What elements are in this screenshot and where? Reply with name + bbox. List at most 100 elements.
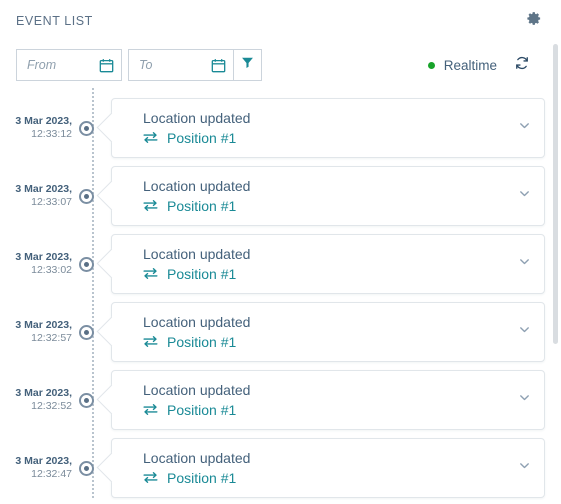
event-title: Location updated bbox=[143, 313, 251, 330]
expand-button[interactable] bbox=[514, 322, 534, 342]
event-time: 12:33:02 bbox=[31, 264, 72, 276]
event-time: 12:33:07 bbox=[31, 196, 72, 208]
chevron-down-icon bbox=[518, 459, 531, 477]
realtime-toggle[interactable]: Realtime bbox=[427, 57, 497, 73]
filter-toolbar: Realtime bbox=[0, 42, 561, 88]
event-date: 3 Mar 2023, bbox=[15, 250, 72, 263]
event-timestamp: 3 Mar 2023, 12:32:47 bbox=[0, 455, 78, 481]
event-card-body: Location updated Position #1 bbox=[143, 110, 514, 147]
settings-button[interactable] bbox=[523, 10, 545, 32]
chevron-down-icon bbox=[518, 187, 531, 205]
event-card-body: Location updated Position #1 bbox=[143, 178, 514, 215]
toolbar-right-group: Realtime bbox=[427, 54, 545, 76]
event-subtitle: Position #1 bbox=[143, 266, 514, 283]
timeline-marker-icon bbox=[79, 256, 94, 272]
scrollbar[interactable] bbox=[552, 44, 559, 504]
timeline-event-row: 3 Mar 2023, 12:32:52 Location updated Po… bbox=[0, 366, 561, 434]
transfer-icon bbox=[143, 471, 158, 484]
chevron-down-icon bbox=[518, 119, 531, 137]
event-time: 12:33:12 bbox=[31, 128, 72, 140]
event-subtitle: Position #1 bbox=[143, 470, 514, 487]
event-card[interactable]: Location updated Position #1 bbox=[111, 302, 545, 362]
event-title: Location updated bbox=[143, 245, 251, 262]
timeline-marker-icon bbox=[79, 120, 94, 136]
event-timestamp: 3 Mar 2023, 12:33:02 bbox=[0, 251, 78, 277]
event-link[interactable]: Position #1 bbox=[167, 334, 236, 351]
event-card[interactable]: Location updated Position #1 bbox=[111, 370, 545, 430]
expand-button[interactable] bbox=[514, 118, 534, 138]
event-link[interactable]: Position #1 bbox=[167, 130, 236, 147]
refresh-icon bbox=[514, 55, 530, 76]
event-title: Location updated bbox=[143, 109, 251, 126]
event-card-body: Location updated Position #1 bbox=[143, 314, 514, 351]
date-range-group bbox=[16, 49, 262, 81]
event-time: 12:32:47 bbox=[31, 468, 72, 480]
event-timestamp: 3 Mar 2023, 12:32:57 bbox=[0, 319, 78, 345]
event-timestamp: 3 Mar 2023, 12:33:07 bbox=[0, 183, 78, 209]
timeline-event-row: 3 Mar 2023, 12:33:12 Location updated Po… bbox=[0, 94, 561, 162]
scrollbar-thumb[interactable] bbox=[553, 44, 558, 344]
timeline-marker-icon bbox=[79, 392, 94, 408]
timeline-event-row: 3 Mar 2023, 12:33:02 Location updated Po… bbox=[0, 230, 561, 298]
calendar-icon[interactable] bbox=[211, 58, 226, 73]
realtime-label: Realtime bbox=[443, 57, 497, 73]
event-card[interactable]: Location updated Position #1 bbox=[111, 98, 545, 158]
event-link[interactable]: Position #1 bbox=[167, 402, 236, 419]
event-subtitle: Position #1 bbox=[143, 402, 514, 419]
to-date-field[interactable] bbox=[128, 49, 234, 81]
expand-button[interactable] bbox=[514, 458, 534, 478]
filter-button[interactable] bbox=[234, 49, 262, 81]
timeline-event-row: 3 Mar 2023, 12:32:57 Location updated Po… bbox=[0, 298, 561, 366]
timeline-marker-icon bbox=[79, 188, 94, 204]
calendar-icon[interactable] bbox=[99, 58, 114, 73]
expand-button[interactable] bbox=[514, 390, 534, 410]
timeline-event-row: 3 Mar 2023, 12:33:07 Location updated Po… bbox=[0, 162, 561, 230]
transfer-icon bbox=[143, 199, 158, 212]
event-link[interactable]: Position #1 bbox=[167, 266, 236, 283]
transfer-icon bbox=[143, 131, 158, 144]
event-subtitle: Position #1 bbox=[143, 130, 514, 147]
to-date-input[interactable] bbox=[139, 58, 211, 72]
timeline-marker-icon bbox=[79, 324, 94, 340]
expand-button[interactable] bbox=[514, 186, 534, 206]
event-title: Location updated bbox=[143, 381, 251, 398]
transfer-icon bbox=[143, 267, 158, 280]
event-date: 3 Mar 2023, bbox=[15, 386, 72, 399]
event-date: 3 Mar 2023, bbox=[15, 182, 72, 195]
event-title: Location updated bbox=[143, 449, 251, 466]
chevron-down-icon bbox=[518, 255, 531, 273]
event-time: 12:32:52 bbox=[31, 400, 72, 412]
transfer-icon bbox=[143, 403, 158, 416]
expand-button[interactable] bbox=[514, 254, 534, 274]
event-subtitle: Position #1 bbox=[143, 334, 514, 351]
event-card[interactable]: Location updated Position #1 bbox=[111, 166, 545, 226]
timeline-marker-icon bbox=[79, 460, 94, 476]
from-date-field[interactable] bbox=[16, 49, 122, 81]
event-date: 3 Mar 2023, bbox=[15, 318, 72, 331]
from-date-input[interactable] bbox=[27, 58, 99, 72]
refresh-button[interactable] bbox=[511, 54, 533, 76]
event-card[interactable]: Location updated Position #1 bbox=[111, 234, 545, 294]
gear-icon bbox=[526, 11, 542, 31]
event-list-panel: EVENT LIST From To Realtime 3 Mar 2023, … bbox=[0, 0, 561, 504]
chevron-down-icon bbox=[518, 391, 531, 409]
panel-header: EVENT LIST bbox=[0, 0, 561, 42]
event-date: 3 Mar 2023, bbox=[15, 454, 72, 467]
page-title: EVENT LIST bbox=[16, 14, 93, 28]
timeline-event-row: 3 Mar 2023, 12:32:47 Location updated Po… bbox=[0, 434, 561, 500]
event-timestamp: 3 Mar 2023, 12:33:12 bbox=[0, 115, 78, 141]
event-card-body: Location updated Position #1 bbox=[143, 246, 514, 283]
realtime-status-dot bbox=[427, 61, 435, 69]
transfer-icon bbox=[143, 335, 158, 348]
event-link[interactable]: Position #1 bbox=[167, 198, 236, 215]
event-title: Location updated bbox=[143, 177, 251, 194]
event-link[interactable]: Position #1 bbox=[167, 470, 236, 487]
event-subtitle: Position #1 bbox=[143, 198, 514, 215]
event-timeline: 3 Mar 2023, 12:33:12 Location updated Po… bbox=[0, 88, 561, 500]
chevron-down-icon bbox=[518, 323, 531, 341]
event-time: 12:32:57 bbox=[31, 332, 72, 344]
event-card[interactable]: Location updated Position #1 bbox=[111, 438, 545, 498]
event-timestamp: 3 Mar 2023, 12:32:52 bbox=[0, 387, 78, 413]
event-date: 3 Mar 2023, bbox=[15, 114, 72, 127]
event-card-body: Location updated Position #1 bbox=[143, 450, 514, 487]
